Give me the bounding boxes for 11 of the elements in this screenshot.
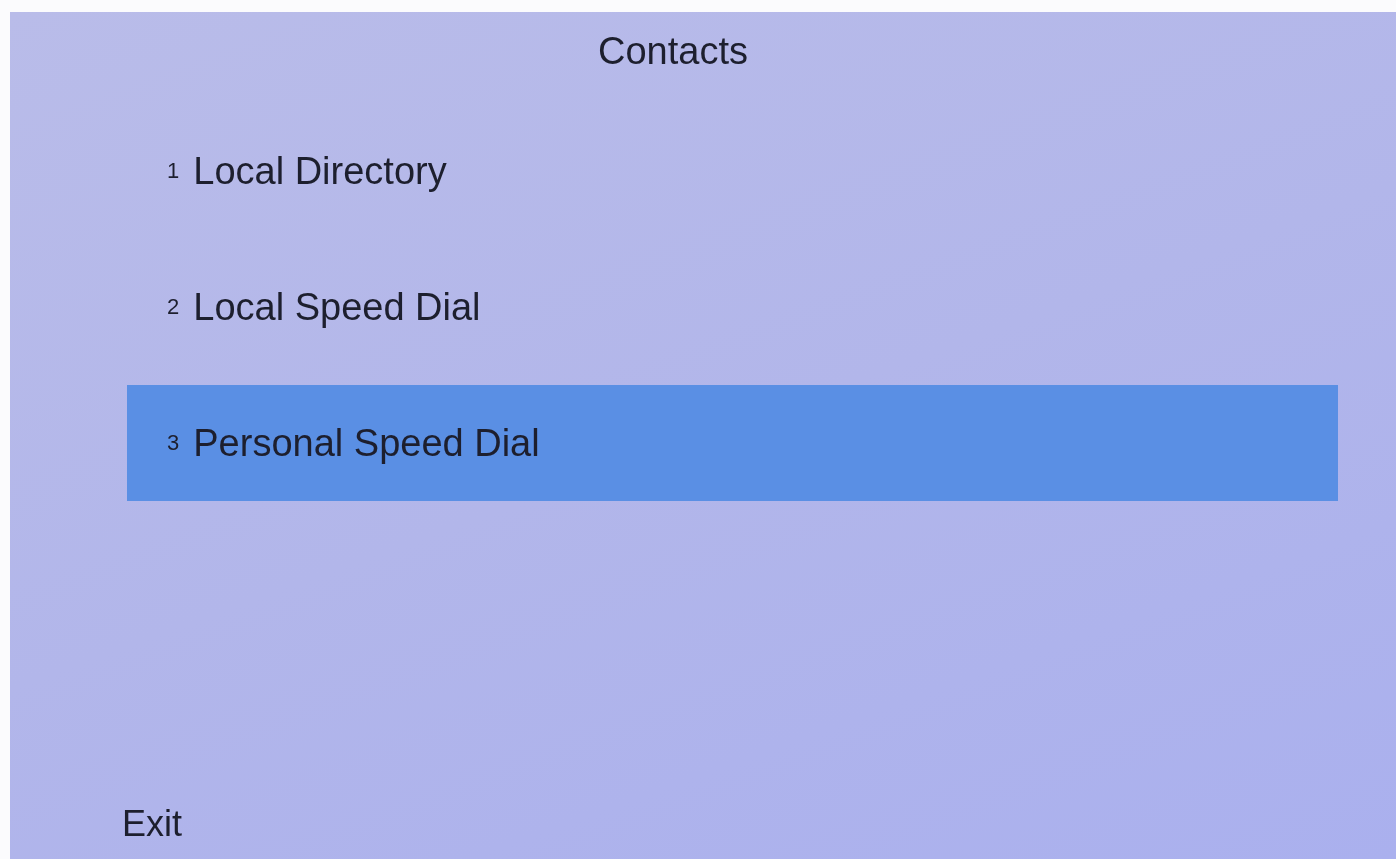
softkey-label[interactable]: Exit: [122, 803, 182, 845]
item-number: 3: [167, 430, 180, 456]
menu-item[interactable]: 2 Local Speed Dial: [127, 249, 1338, 365]
screen-title: Contacts: [598, 30, 748, 73]
item-label: Local Speed Dial: [193, 285, 481, 329]
item-label: Local Directory: [193, 149, 447, 193]
menu-item[interactable]: 3 Personal Speed Dial: [127, 385, 1338, 501]
item-number: 2: [167, 294, 180, 320]
item-number: 1: [167, 158, 180, 184]
item-label: Personal Speed Dial: [193, 421, 540, 465]
menu-item[interactable]: 1 Local Directory: [127, 113, 1338, 229]
